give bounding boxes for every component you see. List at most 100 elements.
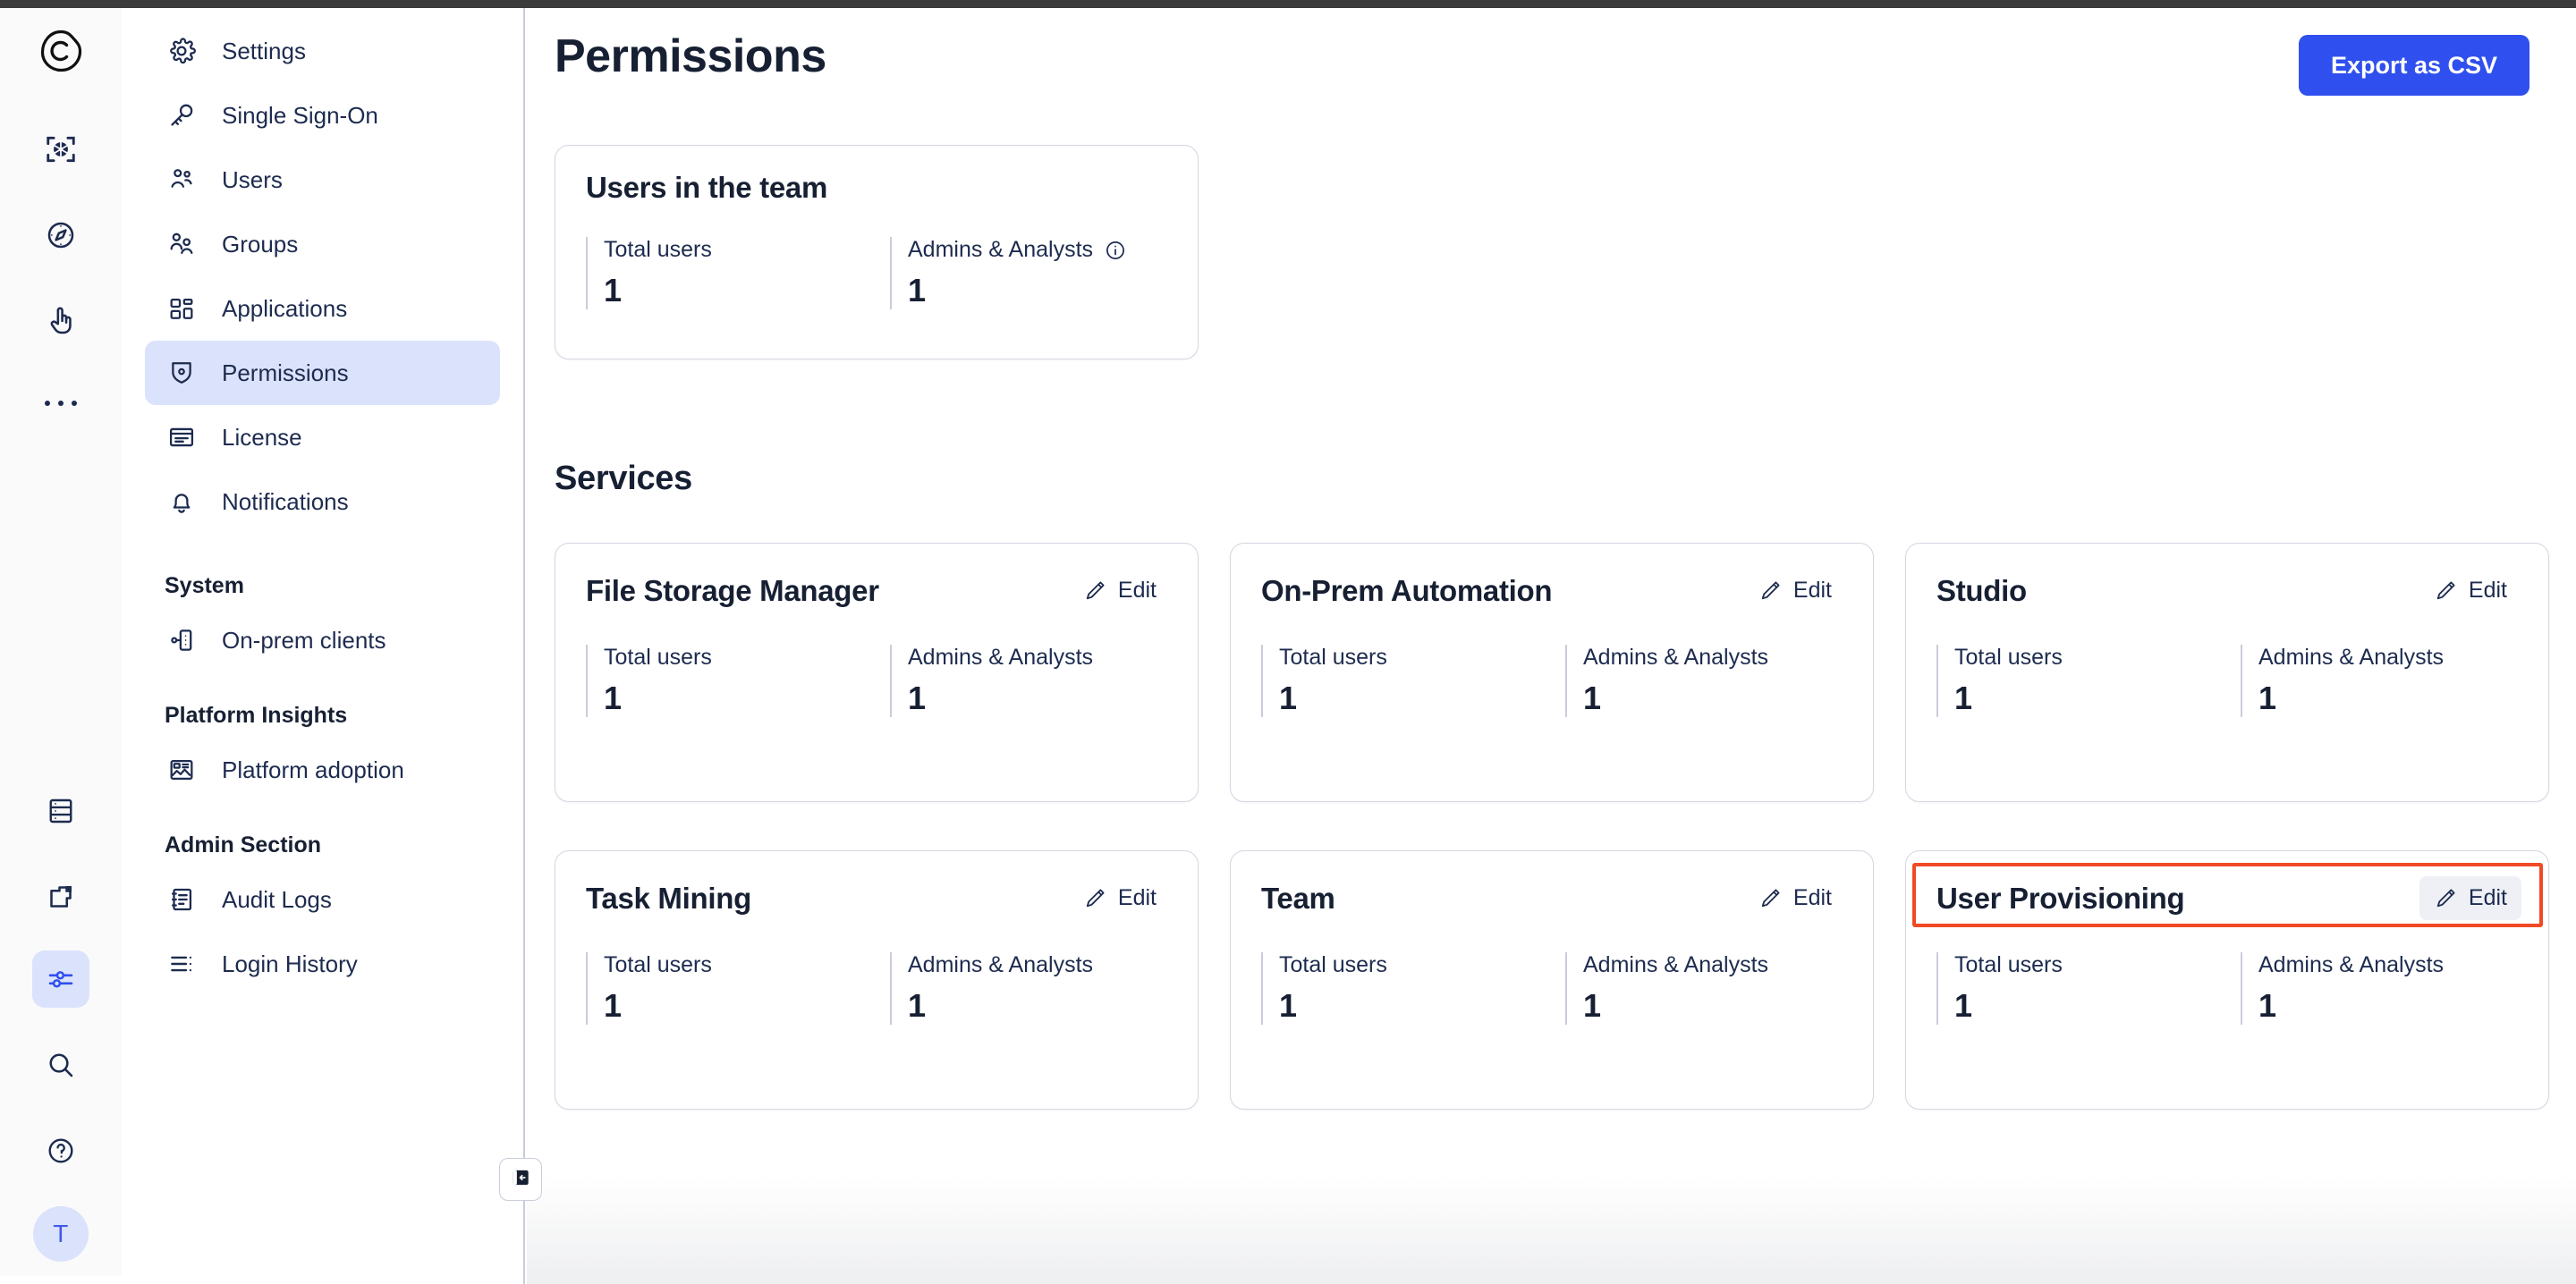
sidebar-item-single-sign-on[interactable]: Single Sign-On [145, 83, 500, 148]
card-title: Studio [1936, 573, 2027, 607]
main-content: Permissions Export as CSV Users in the t… [527, 8, 2576, 1284]
stat-label: Total users [604, 645, 712, 670]
stat-value: 1 [908, 272, 927, 308]
sidebar-item-label: Single Sign-On [222, 101, 378, 129]
compass-icon[interactable] [32, 207, 89, 264]
card-stats: Total users 1 Admins & Analysts 1 [1231, 920, 1873, 1025]
export-as-csv-button[interactable]: Export as CSV [2298, 35, 2529, 96]
users-in-the-team-card: Users in the team Total users 1 Admins &… [555, 145, 1199, 359]
edit-label: Edit [1117, 578, 1157, 603]
login-history-icon [165, 947, 199, 981]
sidebar-item-notifications[interactable]: Notifications [145, 469, 500, 534]
sidebar-item-audit-logs[interactable]: Audit Logs [145, 867, 500, 932]
service-card: File Storage Manager Edit Total users 1 … [555, 543, 1199, 802]
sidebar-item-groups[interactable]: Groups [145, 212, 500, 276]
card-stats: Total users 1 Admins & Analysts 1 [1231, 612, 1873, 717]
edit-button[interactable]: Edit [1744, 569, 1846, 612]
sidebar-item-settings[interactable]: Settings [145, 19, 500, 83]
sidebar-item-label: Permissions [222, 359, 349, 386]
stat-total-users: Total users 1 [1936, 952, 2241, 1025]
stat-admins-analysts: Admins & Analysts 1 [1565, 645, 1768, 717]
edit-label: Edit [2468, 885, 2507, 910]
edit-label: Edit [1117, 885, 1157, 910]
help-icon[interactable] [32, 1122, 89, 1179]
pencil-icon [2434, 579, 2458, 603]
stat-value: 1 [2258, 987, 2277, 1024]
license-card-icon [165, 420, 199, 454]
chart-image-icon [165, 753, 199, 787]
key-icon [165, 98, 199, 132]
stat-value: 1 [908, 987, 927, 1024]
stat-value: 1 [604, 987, 623, 1024]
stat-value: 1 [1954, 987, 1973, 1024]
stat-total-users: Total users 1 [1936, 645, 2241, 717]
sidebar-item-label: Users [222, 165, 283, 193]
stat-label: Admins & Analysts [2258, 952, 2445, 977]
stat-value: 1 [1954, 680, 1973, 716]
edit-button[interactable]: Edit [2419, 876, 2521, 920]
service-card-highlighted: User Provisioning Edit Total users 1 Adm… [1905, 850, 2549, 1110]
sidebar-item-platform-adoption[interactable]: Platform adoption [145, 738, 500, 802]
sidebar-item-login-history[interactable]: Login History [145, 932, 500, 996]
admin-sliders-icon[interactable] [32, 950, 89, 1008]
stat-admins-analysts: Admins & Analysts 1 [890, 645, 1093, 717]
capture-icon[interactable] [32, 121, 89, 178]
pencil-icon [2434, 886, 2458, 910]
pencil-icon [1083, 886, 1107, 910]
card-stats: Total users 1 Admins & Analysts 1 [555, 205, 1198, 309]
sidebar-item-applications[interactable]: Applications [145, 276, 500, 341]
edit-button[interactable]: Edit [1069, 569, 1171, 612]
pencil-icon [1758, 579, 1783, 603]
hand-pointer-icon[interactable] [32, 292, 89, 350]
collapse-panel-button[interactable] [499, 1158, 542, 1201]
stat-label: Admins & Analysts [2258, 645, 2445, 670]
stat-value: 1 [1279, 680, 1298, 716]
stat-admins-analysts: Admins & Analysts 1 [2241, 952, 2444, 1025]
info-icon[interactable] [1104, 239, 1127, 262]
card-stats: Total users 1 Admins & Analysts 1 [555, 920, 1198, 1025]
stat-label: Total users [1279, 645, 1387, 670]
search-icon[interactable] [32, 1036, 89, 1094]
services-heading: Services [555, 460, 692, 497]
bottom-fade-overlay [527, 1177, 2576, 1284]
card-header: Users in the team [555, 146, 1198, 205]
sidebar-item-label: Platform adoption [222, 756, 404, 783]
stat-value: 1 [604, 680, 623, 716]
edit-button[interactable]: Edit [1069, 876, 1171, 920]
more-ellipsis-icon[interactable] [32, 375, 89, 432]
nav-section-title-platform-insights: Platform Insights [165, 703, 348, 728]
icon-rail: T [0, 8, 122, 1276]
sidebar-item-permissions[interactable]: Permissions [145, 341, 500, 405]
edit-button[interactable]: Edit [1744, 876, 1846, 920]
nav-primary-list: Settings Single Sign-On Users Groups App… [122, 15, 523, 534]
apps-icon[interactable] [32, 868, 89, 925]
shield-icon [165, 356, 199, 390]
pencil-icon [1083, 579, 1107, 603]
sidebar-item-users[interactable]: Users [145, 148, 500, 212]
stat-total-users: Total users 1 [1261, 952, 1565, 1025]
stat-total-users: Total users 1 [586, 645, 890, 717]
pencil-icon [1758, 886, 1783, 910]
stat-admins-analysts: Admins & Analysts 1 [1565, 952, 1768, 1025]
data-server-icon[interactable] [32, 782, 89, 840]
stat-label: Total users [1954, 952, 2063, 977]
card-header: Task Mining Edit [555, 851, 1198, 920]
stat-admins-analysts: Admins & Analysts 1 [2241, 645, 2444, 717]
sidebar-item-on-prem-clients[interactable]: On-prem clients [145, 608, 500, 672]
stat-label: Admins & Analysts [1583, 645, 1769, 670]
applications-icon [165, 291, 199, 325]
stat-label: Admins & Analysts [908, 952, 1094, 977]
celonis-logo-icon[interactable] [32, 22, 89, 80]
admin-nav-panel: Settings Single Sign-On Users Groups App… [122, 8, 525, 1284]
sidebar-item-label: License [222, 423, 302, 451]
stat-label: Admins & Analysts [908, 645, 1094, 670]
edit-button[interactable]: Edit [2419, 569, 2521, 612]
service-card: Studio Edit Total users 1 Admins & Analy… [1905, 543, 2549, 802]
sidebar-item-label: Settings [222, 37, 306, 64]
sidebar-item-license[interactable]: License [145, 405, 500, 469]
stat-label: Total users [604, 952, 712, 977]
avatar[interactable]: T [33, 1206, 89, 1262]
service-card: On-Prem Automation Edit Total users 1 Ad… [1230, 543, 1874, 802]
page-title: Permissions [555, 30, 826, 82]
card-title: File Storage Manager [586, 573, 879, 607]
